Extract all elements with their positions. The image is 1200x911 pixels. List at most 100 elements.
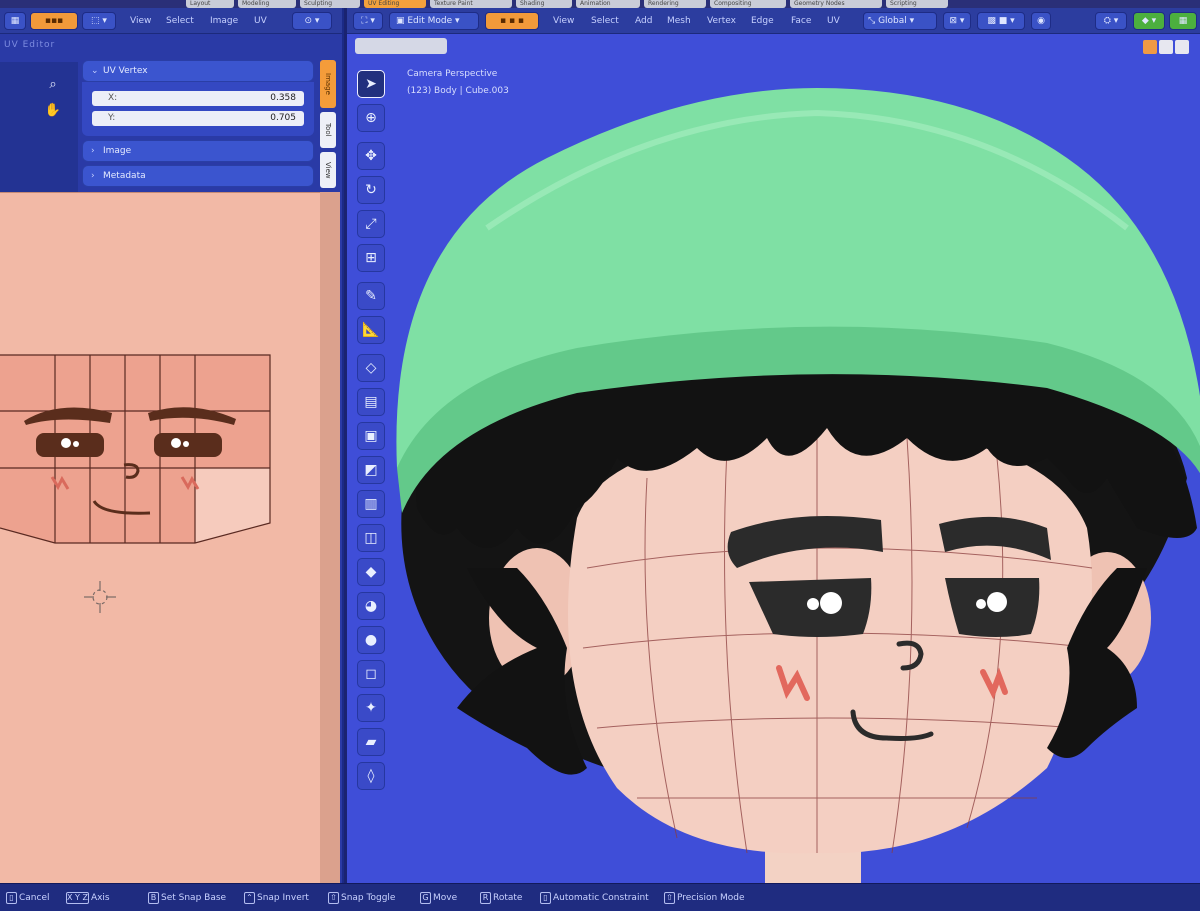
extrude-tool-icon[interactable]: ▤	[357, 388, 385, 416]
annotate-tool-icon[interactable]: ✎	[357, 282, 385, 310]
pan-hand-icon[interactable]: ✋	[44, 102, 62, 120]
menu-vertex[interactable]: Vertex	[707, 13, 736, 29]
key-xyz: X Y Z	[66, 891, 89, 904]
transform-orientation-dropdown[interactable]: ⤡ Global ▾	[863, 12, 937, 30]
workspace-tab-texture-paint[interactable]: Texture Paint	[430, 0, 512, 8]
menu-add[interactable]: Add	[635, 13, 652, 29]
tab-tool[interactable]: Tool	[320, 112, 336, 148]
shrink-fatten-tool-icon[interactable]: ✦	[357, 694, 385, 722]
status-precision: ⇧ Precision Mode	[664, 890, 745, 906]
workspace-tab-sculpting[interactable]: Sculpting	[300, 0, 360, 8]
editor-type-icon[interactable]: ⛶ ▾	[353, 12, 383, 30]
3d-viewport[interactable]: ⛶ ▾ ▣ Edit Mode ▾ ▪ ▪ ▪ View Select Add …	[344, 8, 1200, 883]
inset-tool-icon[interactable]: ▣	[357, 422, 385, 450]
menu-mesh[interactable]: Mesh	[667, 13, 691, 29]
selection-mode-subbar[interactable]	[355, 38, 447, 54]
status-rotate-label: Rotate	[493, 893, 523, 903]
workspace-tab-modeling[interactable]: Modeling	[238, 0, 296, 8]
select-tool-icon[interactable]: ➤	[357, 70, 385, 98]
menu-uv[interactable]: UV	[827, 13, 840, 29]
orientation-icon: ⤡	[868, 16, 879, 26]
knife-tool-icon[interactable]: ◫	[357, 524, 385, 552]
menu-select[interactable]: Select	[166, 13, 194, 29]
workspace-tab-rendering[interactable]: Rendering	[644, 0, 706, 8]
mode-dropdown[interactable]: ▣ Edit Mode ▾	[389, 12, 479, 30]
uv-vertex-x-field[interactable]: X: 0.358	[92, 91, 304, 106]
cursor-tool-icon[interactable]: ⊕	[357, 104, 385, 132]
edit-mode-icon: ▣	[396, 16, 408, 26]
select-mode-icons[interactable]: ▪ ▪ ▪	[485, 12, 539, 30]
uv-vertex-panel-header[interactable]: ⌄ UV Vertex	[82, 60, 314, 82]
mouse-icon: ▯	[6, 891, 17, 904]
smooth-tool-icon[interactable]: ●	[357, 626, 385, 654]
status-snap-base-label: Set Snap Base	[161, 893, 227, 903]
chevron-down-icon: ⌄	[91, 66, 99, 76]
zoom-icon[interactable]: ⌕	[44, 76, 62, 94]
status-axis: X Y Z Axis	[66, 890, 110, 906]
tab-image[interactable]: Image	[320, 60, 336, 108]
uv-select-mode-icons[interactable]: ▪▪▪	[30, 12, 78, 30]
gizmo-toggle[interactable]: ◆ ▾	[1133, 12, 1165, 30]
workspace-tab-layout[interactable]: Layout	[186, 0, 234, 8]
shift-key-icon: ⇧	[664, 891, 675, 904]
rotate-tool-icon[interactable]: ↻	[357, 176, 385, 204]
tab-view[interactable]: View	[320, 152, 336, 188]
visibility-dropdown[interactable]: ⛭ ▾	[1095, 12, 1127, 30]
ctrl-key-icon: ⌃	[244, 891, 255, 904]
workspace-tab-geometry-nodes[interactable]: Geometry Nodes	[790, 0, 882, 8]
uv-canvas[interactable]	[0, 192, 320, 883]
workspace-tab-scripting[interactable]: Scripting	[886, 0, 948, 8]
status-auto-constraint: ▯ Automatic Constraint	[540, 890, 649, 906]
rip-tool-icon[interactable]: ◊	[357, 762, 385, 790]
menu-face[interactable]: Face	[791, 13, 811, 29]
uv-canvas-scrollbar[interactable]	[320, 192, 340, 883]
proportional-edit-icon[interactable]: ◉	[1031, 12, 1051, 30]
uv-vertex-y-field[interactable]: Y: 0.705	[92, 111, 304, 126]
workspace-tab-uv-editing[interactable]: UV Editing	[364, 0, 426, 8]
workspace-tab-animation[interactable]: Animation	[576, 0, 640, 8]
spin-tool-icon[interactable]: ◕	[357, 592, 385, 620]
measure-tool-icon[interactable]: 📐	[357, 316, 385, 344]
menu-select[interactable]: Select	[591, 13, 619, 29]
corner-icon-b[interactable]	[1159, 40, 1173, 54]
overlay-toggle[interactable]: ▦	[1169, 12, 1197, 30]
pivot-dropdown[interactable]: ⊙ ▾	[292, 12, 332, 30]
x-value: 0.358	[270, 93, 296, 103]
menu-uv[interactable]: UV	[254, 13, 267, 29]
menu-view[interactable]: View	[553, 13, 574, 29]
status-auto-constraint-label: Automatic Constraint	[553, 893, 649, 903]
uv-editor-area: ▦ ▪▪▪ ⬚ ▾ View Select Image UV ⊙ ▾ UV Ed…	[0, 8, 342, 883]
workspace-tab-compositing[interactable]: Compositing	[710, 0, 786, 8]
poly-build-tool-icon[interactable]: ◆	[357, 558, 385, 586]
editor-type-icon[interactable]: ▦	[4, 12, 26, 30]
corner-icon-a[interactable]	[1143, 40, 1157, 54]
sticky-select-dropdown[interactable]: ⬚ ▾	[82, 12, 116, 30]
edge-slide-tool-icon[interactable]: ◻	[357, 660, 385, 688]
workspace-tab-shading[interactable]: Shading	[516, 0, 572, 8]
menu-view[interactable]: View	[130, 13, 151, 29]
move-tool-icon[interactable]: ✥	[357, 142, 385, 170]
uv-texture-map	[0, 354, 271, 613]
transform-tool-icon[interactable]: ⊞	[357, 244, 385, 272]
pivot-point-dropdown[interactable]: ⊠ ▾	[943, 12, 971, 30]
bevel-tool-icon[interactable]: ◩	[357, 456, 385, 484]
image-panel-header[interactable]: › Image	[82, 140, 314, 162]
uv-vertex-panel-body: X: 0.358 Y: 0.705	[82, 82, 314, 136]
key-b: B	[148, 891, 159, 904]
snap-toggle[interactable]: ▩ ■ ▾	[977, 12, 1025, 30]
uv-sidebar-panel: ⌄ UV Vertex X: 0.358 Y: 0.705 › Image › …	[82, 60, 316, 188]
object-info: (123) Body | Cube.003	[407, 86, 509, 96]
status-precision-label: Precision Mode	[677, 893, 745, 903]
shear-tool-icon[interactable]: ▰	[357, 728, 385, 756]
metadata-panel-header[interactable]: › Metadata	[82, 165, 314, 187]
scale-tool-icon[interactable]: ⤢	[357, 210, 385, 238]
status-snap-toggle-label: Snap Toggle	[341, 893, 396, 903]
corner-icon-c[interactable]	[1175, 40, 1189, 54]
uv-2d-cursor[interactable]	[84, 581, 116, 613]
menu-edge[interactable]: Edge	[751, 13, 774, 29]
status-snap-toggle: ⇧ Snap Toggle	[328, 890, 395, 906]
menu-image[interactable]: Image	[210, 13, 238, 29]
add-cube-tool-icon[interactable]: ◇	[357, 354, 385, 382]
loop-cut-tool-icon[interactable]: ▥	[357, 490, 385, 518]
orientation-label: Global	[878, 16, 907, 26]
